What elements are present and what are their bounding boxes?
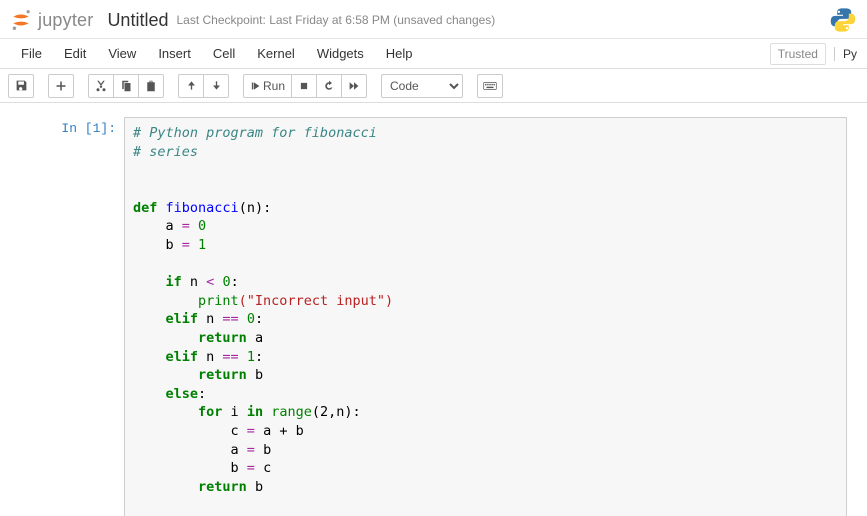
menu-help[interactable]: Help [375,40,424,67]
cut-button[interactable] [88,74,114,98]
notebook-container: In [1]: # Python program for fibonacci #… [0,103,867,516]
move-down-button[interactable] [203,74,229,98]
input-prompt: In [1]: [50,117,124,516]
checkpoint-text: Last Checkpoint: Last Friday at 6:58 PM … [176,13,495,27]
save-button[interactable] [8,74,34,98]
jupyter-icon [10,9,32,31]
run-icon [250,81,260,91]
cell-type-select[interactable]: Code [381,74,463,98]
run-button[interactable]: Run [243,74,292,98]
copy-button[interactable] [113,74,139,98]
fast-forward-icon [348,81,360,91]
kernel-name[interactable]: Py [834,47,857,61]
interrupt-button[interactable] [291,74,317,98]
restart-run-all-button[interactable] [341,74,367,98]
add-cell-button[interactable] [48,74,74,98]
move-up-button[interactable] [178,74,204,98]
menu-file[interactable]: File [10,40,53,67]
restart-button[interactable] [316,74,342,98]
code-cell[interactable]: In [1]: # Python program for fibonacci #… [50,117,847,516]
command-palette-button[interactable] [477,74,503,98]
menu-widgets[interactable]: Widgets [306,40,375,67]
trusted-indicator[interactable]: Trusted [770,43,826,65]
menu-view[interactable]: View [97,40,147,67]
python-logo-icon [829,6,857,34]
brand-text: jupyter [38,10,93,31]
header-bar: jupyter Untitled Last Checkpoint: Last F… [0,0,867,39]
stop-icon [299,81,309,91]
restart-icon [323,80,335,92]
run-label: Run [263,79,285,93]
arrow-up-icon [186,80,197,91]
menu-bar: File Edit View Insert Cell Kernel Widget… [0,39,867,69]
menu-cell[interactable]: Cell [202,40,246,67]
code-input[interactable]: # Python program for fibonacci # series … [124,117,847,516]
cut-icon [95,80,107,92]
save-icon [15,79,28,92]
arrow-down-icon [211,80,222,91]
menu-insert[interactable]: Insert [147,40,202,67]
notebook-title[interactable]: Untitled [107,10,168,31]
paste-button[interactable] [138,74,164,98]
keyboard-icon [483,81,497,91]
toolbar: Run Code [0,69,867,103]
plus-icon [55,80,67,92]
menu-kernel[interactable]: Kernel [246,40,306,67]
jupyter-logo[interactable]: jupyter [10,9,93,31]
copy-icon [120,80,132,92]
menu-edit[interactable]: Edit [53,40,97,67]
paste-icon [145,80,157,92]
